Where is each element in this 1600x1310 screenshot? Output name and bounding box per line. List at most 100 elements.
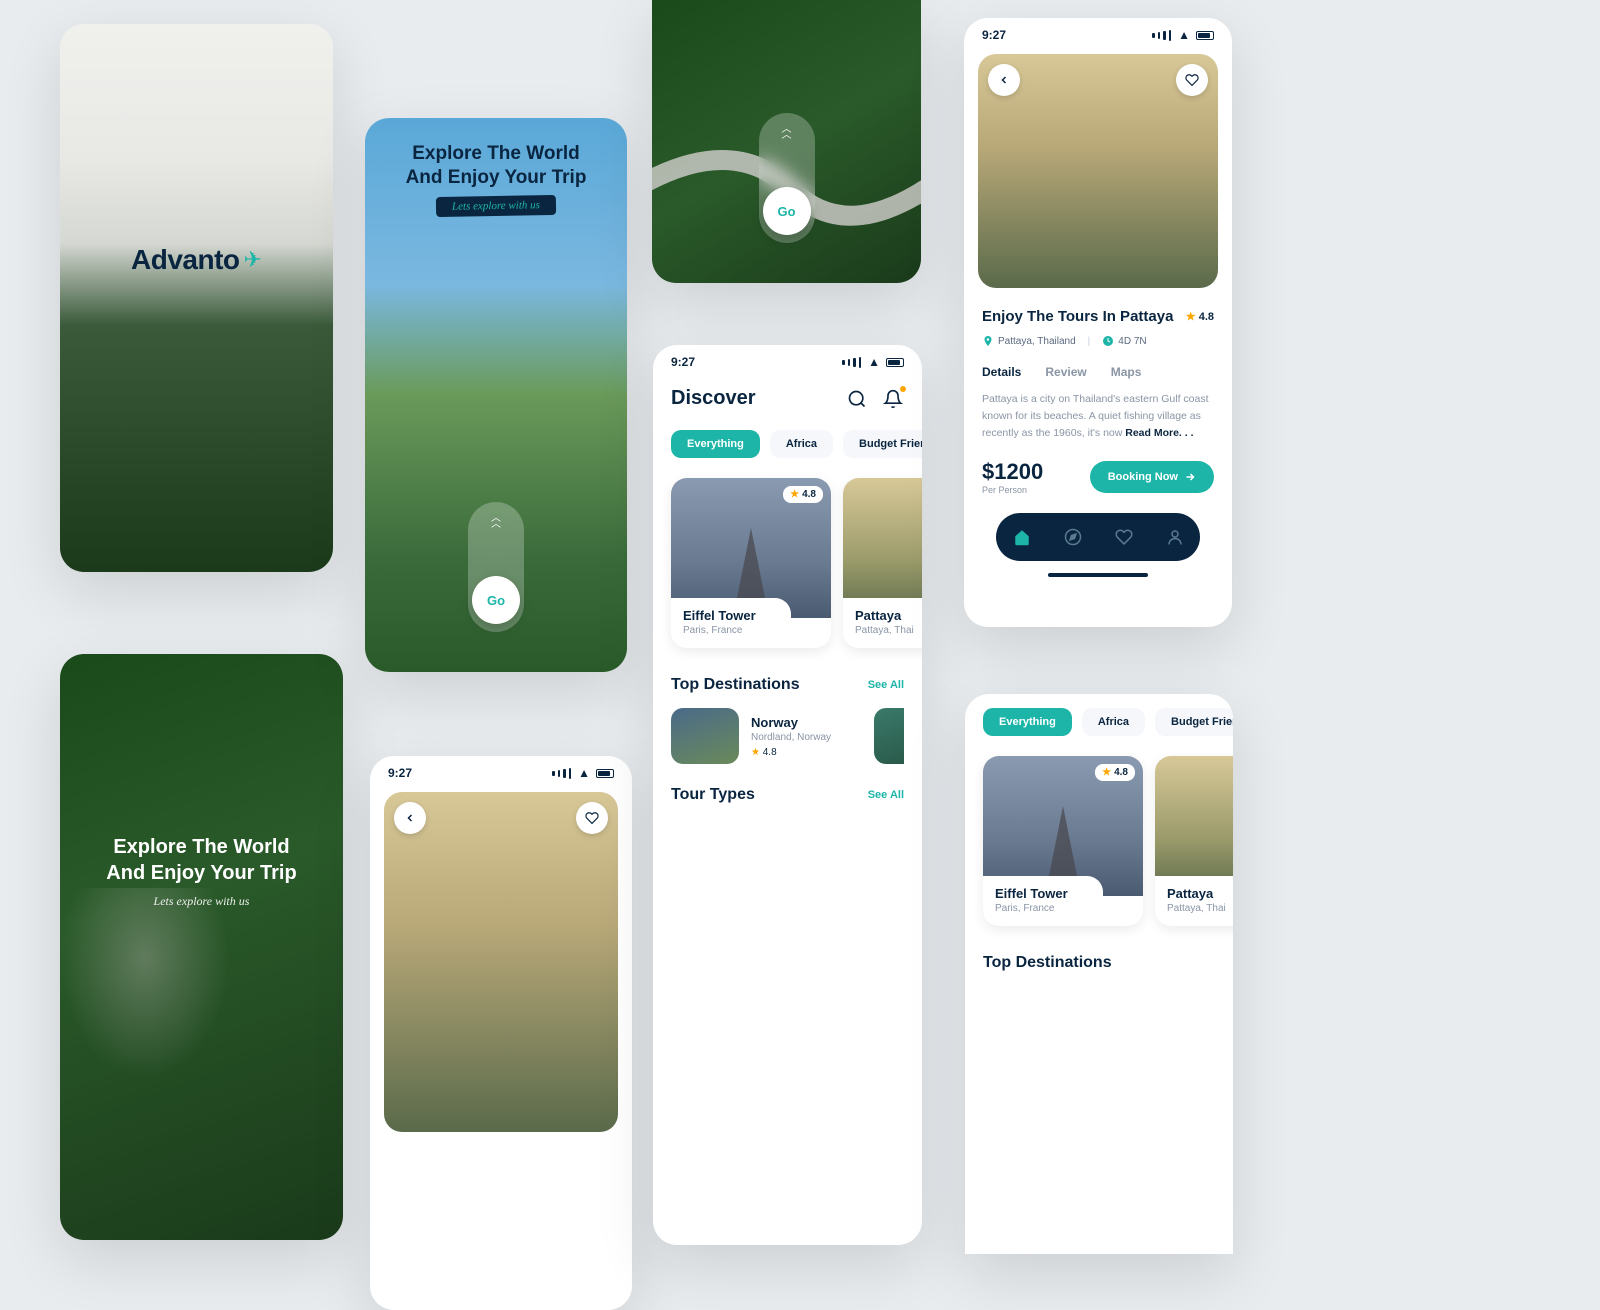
see-all-link[interactable]: See All (868, 679, 904, 691)
onboarding-green-screen: Explore The World And Enjoy Your Trip Le… (60, 654, 343, 1240)
destination-image (1155, 756, 1233, 896)
star-icon: ★ (1102, 767, 1111, 778)
destination-name: Eiffel Tower (683, 608, 779, 623)
top-destinations-title: Top Destinations (671, 676, 800, 694)
splash-background: Advanto ✈ (60, 24, 333, 572)
pin-icon (982, 335, 994, 347)
category-chips: Everything Africa Budget Friendly (653, 422, 922, 466)
chip-everything[interactable]: Everything (671, 430, 760, 458)
status-icons: ▲ (1152, 28, 1214, 42)
onboarding-subtitle-badge: Lets explore with us (436, 194, 556, 216)
onboarding-title: Explore The World And Enjoy Your Trip (365, 142, 627, 190)
top-destinations-title: Top Destinations (983, 954, 1112, 972)
chip-africa[interactable]: Africa (770, 430, 833, 458)
tab-details[interactable]: Details (982, 365, 1021, 379)
star-icon: ★ (751, 747, 760, 758)
rating-badge: ★4.8 (783, 486, 823, 503)
tab-maps[interactable]: Maps (1111, 365, 1142, 379)
detail-hero-image (978, 54, 1218, 288)
destination-thumb (874, 708, 904, 764)
mountain-lake-background: Explore The World And Enjoy Your Trip Le… (365, 118, 627, 672)
destination-location: Paris, France (995, 903, 1091, 914)
price-value: $1200 (982, 459, 1043, 485)
destination-rating: ★ 4.8 (751, 747, 862, 758)
back-button[interactable] (394, 802, 426, 834)
plane-icon: ✈ (244, 247, 262, 273)
detail-preview-screen: 9:27 ▲ (370, 756, 632, 1310)
notifications-button[interactable] (882, 388, 904, 410)
star-icon: ★ (1186, 311, 1196, 323)
destination-card[interactable]: ★4.8 Eiffel Tower Paris, France (983, 756, 1143, 926)
search-button[interactable] (846, 388, 868, 410)
tab-review[interactable]: Review (1045, 365, 1086, 379)
read-more-link[interactable]: Read More. . . (1125, 427, 1193, 439)
detail-tabs: Details Review Maps (982, 365, 1214, 379)
see-all-link[interactable]: See All (868, 789, 904, 801)
booking-button[interactable]: Booking Now (1090, 461, 1214, 493)
nav-favorites[interactable] (1115, 528, 1133, 546)
arrow-right-icon (1184, 471, 1196, 483)
status-time: 9:27 (982, 28, 1006, 42)
clock-icon (1102, 335, 1114, 347)
onboarding-blue-screen: Explore The World And Enjoy Your Trip Le… (365, 118, 627, 672)
detail-rating: ★ 4.8 (1186, 310, 1214, 323)
location-meta: Pattaya, Thailand (982, 335, 1076, 347)
destination-location: Pattaya, Thai (855, 625, 922, 636)
destination-name: Pattaya (1167, 886, 1233, 901)
destination-location: Pattaya, Thai (1167, 903, 1233, 914)
nav-profile[interactable] (1166, 528, 1184, 546)
chevron-up-icon: ︿︿ (491, 516, 501, 528)
back-button[interactable] (988, 64, 1020, 96)
discover-screen: 9:27 ▲ Discover Everything Africa Budget… (653, 345, 922, 1245)
status-bar: 9:27 ▲ (370, 756, 632, 786)
rating-badge: ★4.8 (1095, 764, 1135, 781)
status-bar: 9:27 ▲ (964, 18, 1232, 48)
discover-title: Discover (671, 387, 756, 410)
destination-name: Pattaya (855, 608, 922, 623)
status-bar: 9:27 ▲ (653, 345, 922, 375)
destination-image: ★4.8 (983, 756, 1143, 896)
destination-name: Norway (751, 715, 862, 730)
go-swipe-control[interactable]: ︿︿ Go (759, 113, 815, 243)
destination-card[interactable]: Pattaya Pattaya, Thai (1155, 756, 1233, 926)
discover-screen-alt: Everything Africa Budget Friendly ★4.8 E… (965, 694, 1233, 1254)
category-chips: Everything Africa Budget Friendly (965, 694, 1233, 744)
notification-dot-icon (900, 386, 906, 392)
destination-name: Eiffel Tower (995, 886, 1091, 901)
detail-screen: 9:27 ▲ Enjoy The Tours In Pattaya ★ 4.8 … (964, 18, 1232, 627)
nav-home[interactable] (1013, 528, 1031, 546)
go-button[interactable]: Go (472, 576, 520, 624)
chip-budget[interactable]: Budget Friendly (1155, 708, 1233, 736)
chip-everything[interactable]: Everything (983, 708, 1072, 736)
destination-image: ★4.8 (671, 478, 831, 618)
detail-hero-image (384, 792, 618, 1132)
top-destination-item[interactable]: Norway Nordland, Norway ★ 4.8 (653, 702, 922, 770)
tour-types-title: Tour Types (671, 786, 755, 804)
status-icons: ▲ (842, 355, 904, 369)
detail-title: Enjoy The Tours In Pattaya (982, 308, 1173, 325)
destination-card[interactable]: ★4.8 Eiffel Tower Paris, France (671, 478, 831, 648)
go-swipe-control[interactable]: ︿︿ Go (468, 502, 524, 632)
status-time: 9:27 (388, 766, 412, 780)
bottom-nav (996, 513, 1200, 561)
forest-background: Explore The World And Enjoy Your Trip Le… (60, 654, 343, 1240)
status-time: 9:27 (671, 355, 695, 369)
destination-card[interactable]: Pattaya Pattaya, Thai (843, 478, 922, 648)
star-icon: ★ (790, 489, 799, 500)
destination-cards[interactable]: ★4.8 Eiffel Tower Paris, France Pattaya … (965, 744, 1233, 938)
brand-logo: Advanto ✈ (131, 244, 262, 276)
favorite-button[interactable] (1176, 64, 1208, 96)
detail-description: Pattaya is a city on Thailand's eastern … (982, 391, 1214, 441)
nav-explore[interactable] (1064, 528, 1082, 546)
duration-meta: 4D 7N (1102, 335, 1146, 347)
price-label: Per Person (982, 485, 1043, 495)
destination-cards[interactable]: ★4.8 Eiffel Tower Paris, France Pattaya … (653, 466, 922, 660)
chevron-up-icon: ︿︿ (782, 127, 792, 139)
chip-budget[interactable]: Budget Friendly (843, 430, 922, 458)
onboarding-title: Explore The World And Enjoy Your Trip (60, 834, 343, 886)
aerial-road-background: ︿︿ Go (652, 0, 921, 283)
destination-location: Paris, France (683, 625, 779, 636)
chip-africa[interactable]: Africa (1082, 708, 1145, 736)
favorite-button[interactable] (576, 802, 608, 834)
go-button[interactable]: Go (763, 187, 811, 235)
